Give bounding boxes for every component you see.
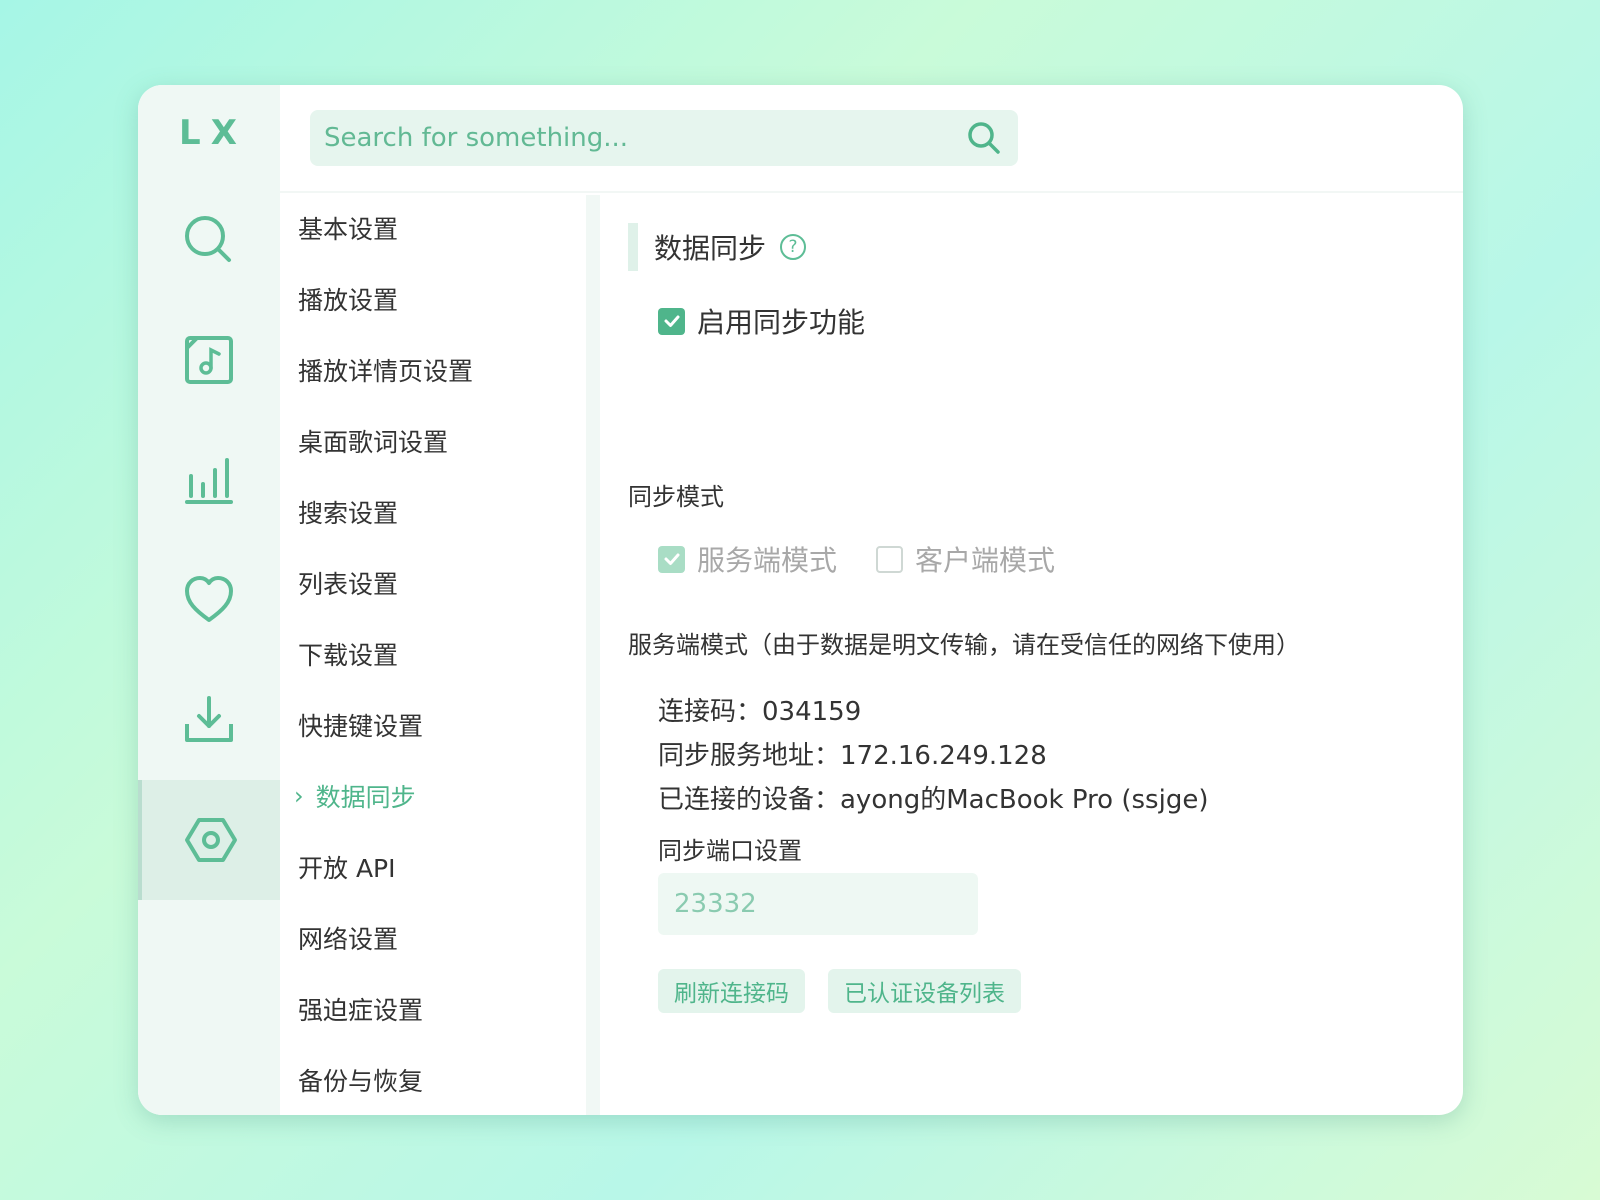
menu-item-label: 下载设置 — [298, 641, 399, 670]
server-mode-description: 服务端模式（由于数据是明文传输，请在受信任的网络下使用） — [628, 631, 1300, 659]
search-input[interactable] — [324, 123, 964, 153]
client-mode-checkbox[interactable]: 客户端模式 — [876, 539, 1055, 579]
menu-item-label: 网络设置 — [298, 925, 399, 954]
menu-item-desktop-lyric[interactable]: 桌面歌词设置 — [298, 411, 448, 471]
sync-mode-heading: 同步模式 — [628, 483, 724, 511]
menu-item-label: 快捷键设置 — [298, 712, 424, 741]
section-title: 数据同步 ? — [628, 223, 807, 271]
checkbox-unchecked-icon — [876, 545, 903, 573]
heart-icon — [185, 576, 233, 622]
settings-content: 数据同步 ? 启用同步功能 同步模式 服务端模式 客户端模式 服务端模式（由于数… — [608, 195, 1463, 1115]
menu-item-label: 列表设置 — [298, 570, 399, 599]
nav-favorites[interactable] — [138, 540, 280, 660]
nav-rail: LX — [138, 85, 280, 1115]
nav-download[interactable] — [138, 660, 280, 780]
settings-menu: 基本设置 播放设置 播放详情页设置 桌面歌词设置 搜索设置 列表设置 下载设置 … — [280, 195, 600, 1115]
menu-item-label: 搜索设置 — [298, 499, 399, 528]
nav-settings[interactable] — [138, 780, 280, 900]
help-icon[interactable]: ? — [780, 234, 807, 260]
bar-chart-icon — [185, 458, 233, 504]
checkbox-checked-icon — [658, 307, 685, 335]
section-title-text: 数据同步 — [654, 232, 767, 265]
connected-device: 已连接的设备：ayong的MacBook Pro (ssjge) — [658, 785, 1209, 815]
nav-search[interactable] — [138, 180, 280, 300]
nav-song-list[interactable] — [138, 300, 280, 420]
menu-item-label: 桌面歌词设置 — [298, 428, 449, 457]
menu-item-sync[interactable]: › 数据同步 — [294, 766, 416, 826]
enable-sync-label: 启用同步功能 — [697, 306, 866, 339]
menu-item-download[interactable]: 下载设置 — [298, 624, 398, 684]
menu-item-label: 基本设置 — [298, 215, 399, 244]
connection-code: 连接码：034159 — [658, 697, 862, 727]
sync-port-heading: 同步端口设置 — [658, 837, 802, 865]
menu-item-label: 播放设置 — [298, 286, 399, 315]
sync-server-address: 同步服务地址：172.16.249.128 — [658, 741, 1047, 771]
chevron-right-icon: › — [294, 782, 304, 810]
refresh-code-button[interactable]: 刷新连接码 — [658, 969, 805, 1013]
menu-item-network[interactable]: 网络设置 — [298, 908, 398, 968]
menu-item-search[interactable]: 搜索设置 — [298, 482, 398, 542]
search-box — [310, 110, 1018, 166]
nav-leaderboard[interactable] — [138, 420, 280, 540]
checkbox-checked-icon — [658, 545, 685, 573]
server-mode-checkbox[interactable]: 服务端模式 — [658, 539, 837, 579]
menu-item-open-api[interactable]: 开放 API — [298, 837, 396, 897]
menu-item-label: 播放详情页设置 — [298, 357, 474, 386]
download-icon — [185, 696, 233, 742]
menu-item-backup[interactable]: 备份与恢复 — [298, 1050, 423, 1110]
menu-item-basic[interactable]: 基本设置 — [298, 198, 398, 258]
menu-item-label: 开放 API — [298, 854, 396, 883]
menu-item-label: 数据同步 — [315, 783, 416, 812]
settings-icon — [185, 818, 237, 862]
menu-item-playback[interactable]: 播放设置 — [298, 269, 398, 329]
music-file-icon — [185, 336, 233, 384]
enable-sync-checkbox[interactable]: 启用同步功能 — [658, 301, 865, 341]
menu-item-label: 备份与恢复 — [298, 1067, 424, 1096]
top-bar — [280, 85, 1463, 193]
client-mode-label: 客户端模式 — [915, 544, 1056, 577]
search-icon[interactable] — [964, 118, 1004, 158]
sync-port-input[interactable] — [658, 873, 978, 935]
authorized-devices-button[interactable]: 已认证设备列表 — [828, 969, 1021, 1013]
app-window: LX Search for something... 基本设置 播放设置 播放详… — [138, 85, 1463, 1115]
app-logo: LX — [179, 113, 247, 153]
menu-item-hotkey[interactable]: 快捷键设置 — [298, 695, 423, 755]
search-icon — [185, 216, 231, 262]
menu-item-odc[interactable]: 强迫症设置 — [298, 979, 423, 1039]
menu-item-list[interactable]: 列表设置 — [298, 553, 398, 613]
menu-item-label: 强迫症设置 — [298, 996, 424, 1025]
server-mode-label: 服务端模式 — [697, 544, 838, 577]
menu-item-play-detail[interactable]: 播放详情页设置 — [298, 340, 473, 400]
